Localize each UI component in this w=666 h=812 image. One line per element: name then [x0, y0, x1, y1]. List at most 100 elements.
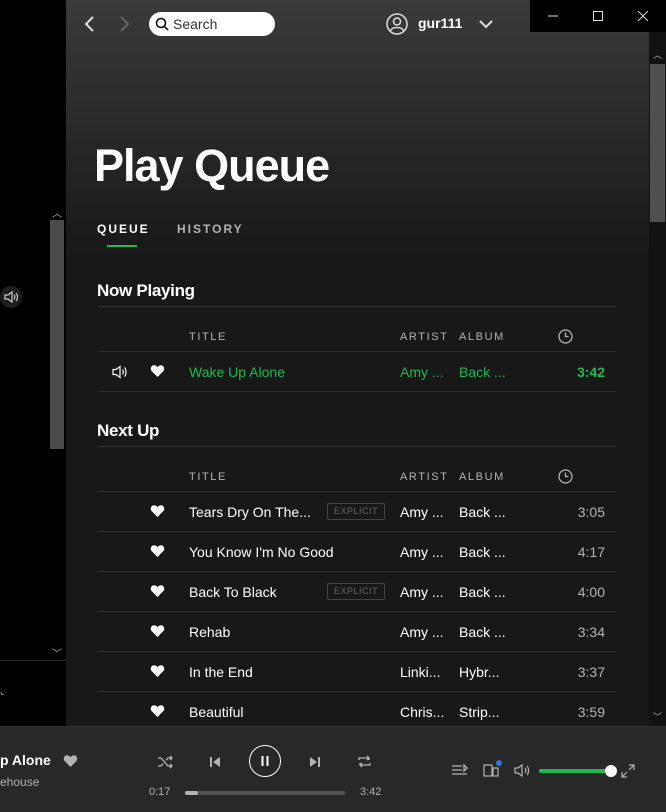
search-input[interactable] — [173, 16, 273, 32]
column-header-artist[interactable]: ARTIST — [400, 471, 449, 483]
heart-icon[interactable] — [150, 504, 165, 518]
page-title: Play Queue — [94, 140, 330, 191]
heart-icon[interactable] — [63, 754, 78, 768]
queue-icon[interactable] — [451, 763, 468, 778]
main-scrollbar[interactable]: ︿ ﹀ — [649, 32, 666, 726]
heart-icon[interactable] — [150, 704, 165, 718]
chevron-left-icon — [84, 16, 94, 32]
track-album[interactable]: Back ... — [459, 624, 506, 640]
tab-history[interactable]: HISTORY — [177, 222, 244, 236]
user-menu-chevron-down-icon[interactable] — [478, 17, 494, 31]
track-artist[interactable]: Amy ... — [400, 624, 444, 640]
player-bar: p Alone ehouse 0:17 3:42 — [0, 726, 666, 812]
scroll-up-icon[interactable]: ︿ — [649, 48, 666, 60]
queue-row[interactable]: In the End Linki... Hybr... 3:37 — [97, 651, 616, 691]
heart-icon[interactable] — [150, 664, 165, 678]
track-album[interactable]: Back ... — [459, 504, 506, 520]
track-title[interactable]: In the End — [189, 664, 253, 680]
track-title[interactable]: Rehab — [189, 624, 230, 640]
track-title[interactable]: Back To Black — [189, 584, 277, 600]
back-button[interactable] — [82, 13, 98, 35]
track-title[interactable]: Wake Up Alone — [189, 364, 285, 380]
next-track-icon[interactable] — [308, 755, 322, 769]
track-title[interactable]: Beautiful — [189, 704, 243, 720]
sidebar-scrollbar-thumb[interactable] — [50, 220, 64, 449]
chevron-right-icon — [120, 16, 130, 32]
track-artist[interactable]: Amy ... — [400, 544, 444, 560]
sidebar-scroll-down-icon[interactable]: ﹀ — [50, 645, 64, 660]
track-artist[interactable]: Amy ... — [400, 504, 444, 520]
track-duration: 3:37 — [577, 664, 605, 680]
now-playing-title[interactable]: p Alone — [0, 752, 51, 768]
track-duration: 3:05 — [577, 504, 605, 520]
volume-fill — [539, 769, 611, 773]
scroll-down-icon[interactable]: ﹀ — [649, 710, 666, 722]
fullscreen-icon[interactable] — [621, 764, 635, 778]
queue-row[interactable]: Beautiful Chris... Strip... 3:59 — [97, 691, 616, 726]
forward-button[interactable] — [116, 13, 132, 35]
sidebar-scroll-up-icon[interactable]: ︿ — [50, 205, 64, 220]
duration-clock-icon — [558, 469, 573, 484]
username[interactable]: gur111 — [418, 15, 462, 31]
heart-icon[interactable] — [150, 544, 165, 558]
volume-icon[interactable] — [514, 763, 532, 778]
track-artist[interactable]: Amy ... — [400, 584, 444, 600]
previous-track-icon[interactable] — [208, 755, 222, 769]
column-header-title[interactable]: TITLE — [189, 471, 227, 483]
volume-knob[interactable] — [605, 765, 617, 777]
queue-row[interactable]: Rehab Amy ... Back ... 3:34 — [97, 611, 616, 651]
minimize-icon[interactable] — [530, 0, 575, 32]
shuffle-icon[interactable] — [157, 755, 174, 769]
connect-device-icon[interactable] — [482, 760, 502, 778]
duration-clock-icon — [558, 329, 573, 344]
track-artist[interactable]: Chris... — [400, 704, 444, 720]
close-icon[interactable] — [620, 0, 665, 32]
track-artist[interactable]: Linki... — [400, 664, 440, 680]
track-album[interactable]: Back ... — [459, 584, 506, 600]
track-album[interactable]: Back ... — [459, 544, 506, 560]
queue-row[interactable]: You Know I'm No Good Amy ... Back ... 4:… — [97, 531, 616, 571]
column-header-artist[interactable]: ARTIST — [400, 331, 449, 343]
progress-bar[interactable] — [185, 791, 345, 795]
explicit-badge: EXPLICIT — [327, 503, 385, 520]
repeat-icon[interactable] — [356, 754, 373, 769]
pause-button[interactable] — [249, 745, 281, 777]
section-divider — [97, 306, 616, 307]
left-sidebar: ︿ ﹀ ⌞ — [0, 0, 66, 726]
track-album[interactable]: Hybr... — [459, 664, 499, 680]
search-box[interactable] — [149, 12, 275, 36]
track-title[interactable]: Tears Dry On The... — [189, 504, 311, 520]
track-duration: 3:59 — [577, 704, 605, 720]
now-playing-speaker-icon — [112, 365, 127, 379]
scrollbar-thumb[interactable] — [650, 64, 665, 222]
track-album[interactable]: Back ... — [459, 364, 506, 380]
volume-slider[interactable] — [539, 765, 617, 777]
sidebar-divider — [0, 660, 66, 661]
explicit-badge: EXPLICIT — [327, 583, 385, 600]
maximize-icon[interactable] — [575, 0, 620, 32]
track-title[interactable]: You Know I'm No Good — [189, 544, 334, 560]
user-avatar-icon[interactable] — [386, 13, 408, 35]
column-header-title[interactable]: TITLE — [189, 331, 227, 343]
heart-icon[interactable] — [150, 364, 165, 378]
sidebar-resize-icon[interactable]: ⌞ — [0, 686, 4, 697]
track-artist[interactable]: Amy ... — [400, 364, 444, 380]
queue-row[interactable]: Tears Dry On The... EXPLICIT Amy ... Bac… — [97, 491, 616, 531]
tab-queue[interactable]: QUEUE — [97, 222, 150, 236]
track-duration: 4:00 — [577, 584, 605, 600]
heart-icon[interactable] — [150, 584, 165, 598]
queue-row[interactable]: Back To Black EXPLICIT Amy ... Back ... … — [97, 571, 616, 611]
heart-icon[interactable] — [150, 624, 165, 638]
next-up-heading: Next Up — [97, 421, 160, 440]
track-duration: 4:17 — [577, 544, 605, 560]
now-playing-row[interactable]: Wake Up Alone Amy ... Back ... 3:42 — [97, 351, 616, 391]
column-header-album[interactable]: ALBUM — [459, 471, 505, 483]
progress-fill — [185, 791, 198, 795]
active-tab-indicator — [107, 245, 137, 247]
now-playing-artist[interactable]: ehouse — [0, 775, 39, 789]
track-duration: 3:34 — [577, 624, 605, 640]
track-album[interactable]: Strip... — [459, 704, 499, 720]
elapsed-time: 0:17 — [149, 786, 171, 798]
column-header-album[interactable]: ALBUM — [459, 331, 505, 343]
speaker-icon — [0, 286, 22, 308]
